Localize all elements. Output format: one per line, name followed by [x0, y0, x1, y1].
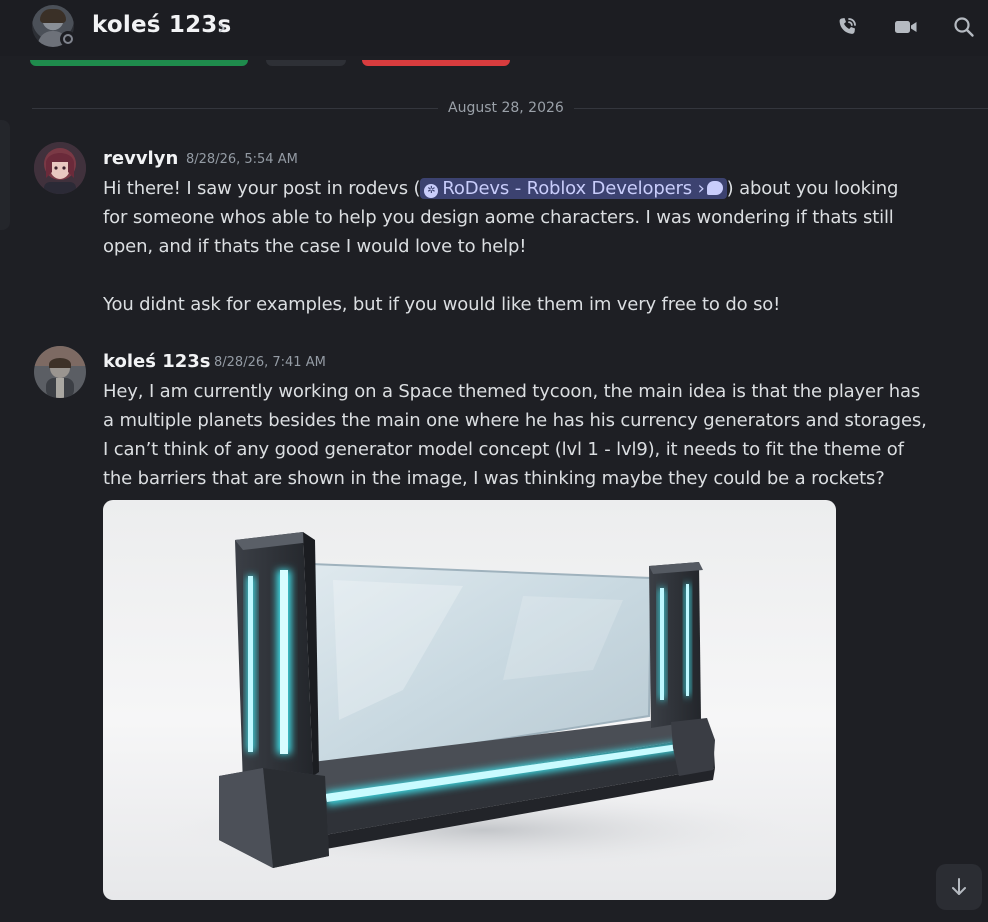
channel-mention-label: RoDevs - Roblox Developers	[442, 178, 693, 199]
message-author[interactable]: revvlyn	[103, 148, 178, 169]
barrier-illustration	[163, 532, 803, 870]
thread-bubble-icon	[706, 181, 723, 195]
avatar-koles[interactable]	[34, 346, 86, 398]
message-author[interactable]: koleś 123s	[103, 351, 211, 372]
message-text: ) about you looking	[726, 178, 899, 199]
message-timestamp: 8/28/26, 5:54 AM	[186, 152, 298, 167]
chevron-right-icon[interactable]: ›	[218, 15, 226, 39]
profile-tag-green	[30, 60, 248, 66]
message-timestamp: 8/28/26, 7:41 AM	[214, 355, 326, 370]
video-icon[interactable]	[893, 14, 919, 40]
phone-icon[interactable]	[834, 14, 860, 40]
jump-to-bottom-button[interactable]	[936, 864, 982, 910]
chat-header: koleś 123s ›	[0, 0, 988, 56]
message-line: I can’t think of any good generator mode…	[103, 439, 904, 460]
channel-mention[interactable]: ✲ RoDevs - Roblox Developers ›	[420, 178, 727, 199]
message-text: Hi there! I saw your post in rodevs (	[103, 178, 421, 199]
scroll-edge	[0, 120, 10, 230]
message-line: You didnt ask for examples, but if you w…	[103, 294, 781, 315]
server-icon: ✲	[424, 184, 439, 198]
arrow-down-icon	[952, 878, 966, 895]
image-attachment[interactable]	[103, 500, 836, 900]
date-divider-label: August 28, 2026	[438, 100, 574, 116]
message-line: Hey, I am currently working on a Space t…	[103, 381, 921, 402]
conversation-title[interactable]: koleś 123s	[92, 12, 231, 38]
profile-tag-gray	[266, 60, 346, 66]
dm-chat-window: koleś 123s › August 28, 2026 revvlyn 8/2…	[0, 0, 988, 922]
message-line: for someone whos able to help you design…	[103, 207, 894, 228]
offline-status-icon	[60, 31, 76, 47]
message-line: the barriers that are shown in the image…	[103, 468, 885, 489]
message-line: open, and if thats the case I would love…	[103, 236, 527, 257]
search-icon[interactable]	[951, 14, 977, 40]
profile-tag-red	[362, 60, 510, 66]
chevron-right-icon: ›	[697, 178, 705, 199]
avatar-revvlyn[interactable]	[34, 142, 86, 194]
message-line: Hi there! I saw your post in rodevs (✲ Ro…	[103, 178, 898, 199]
message-line: a multiple planets besides the main one …	[103, 410, 927, 431]
